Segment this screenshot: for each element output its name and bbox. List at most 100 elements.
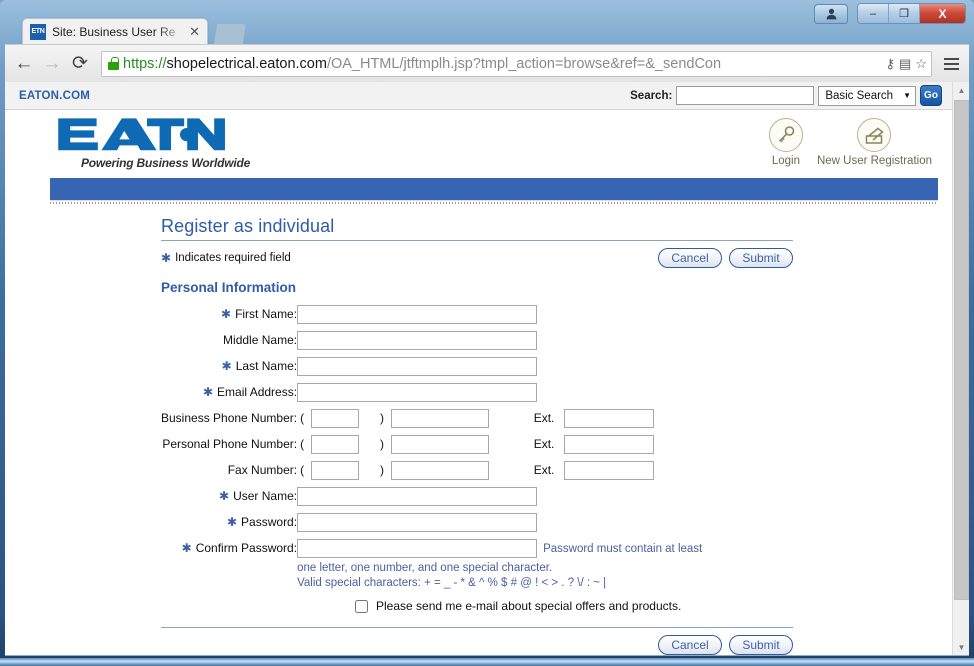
brand-band: Powering Business Worldwide Login New Us… [5, 110, 952, 178]
field-row-email: ✱ Email Address: [161, 379, 702, 405]
reload-button[interactable]: ⟳ [67, 51, 93, 77]
personal-phone-ext-input[interactable] [563, 434, 654, 454]
site-utility-bar: EATON.COM Search: Basic Search ▼ Go [5, 82, 952, 110]
address-bar[interactable]: https://shopelectrical.eaton.com/OA_HTML… [101, 50, 932, 77]
last-name-input[interactable] [297, 356, 538, 376]
email-input[interactable] [297, 382, 538, 402]
search-go-button[interactable]: Go [920, 85, 942, 106]
user-name-input[interactable] [297, 486, 538, 506]
url-path: /OA_HTML/jtftmplh.jsp?tmpl_action=browse… [326, 55, 722, 72]
url-host: shopelectrical.eaton.com [166, 55, 327, 72]
fax-ext-input[interactable] [563, 460, 654, 480]
triangle-down-icon: ▼ [957, 643, 966, 652]
ext-label: Ext. [533, 437, 555, 451]
browser-tab[interactable]: ETN Site: Business User Re ✕ [22, 18, 208, 44]
personal-phone-area-input[interactable] [310, 434, 359, 454]
field-row-password: ✱ Password: [161, 509, 702, 535]
newsletter-checkbox[interactable] [355, 599, 368, 613]
reload-icon: ⟳ [72, 53, 88, 74]
web-page: EATON.COM Search: Basic Search ▼ Go Powe… [5, 82, 952, 655]
page-scrollbar[interactable]: ▲ ▼ [952, 82, 969, 655]
field-row-user-name: ✱ User Name: [161, 483, 702, 509]
confirm-password-input[interactable] [297, 538, 538, 558]
required-star-icon: ✱ [219, 489, 230, 503]
first-name-label: First Name: [235, 307, 298, 321]
new-user-registration-link[interactable]: New User Registration [817, 118, 932, 167]
search-input[interactable] [676, 86, 815, 105]
scroll-down-button[interactable]: ▼ [953, 639, 969, 655]
field-row-business-phone: Business Phone Number: ( ) Ext. [161, 405, 702, 431]
eaton-logo[interactable] [57, 116, 237, 153]
submit-label: Submit [742, 638, 780, 652]
login-link[interactable]: Login [768, 118, 803, 167]
password-label: Password: [241, 515, 298, 529]
tab-title: Site: Business User Re [52, 24, 176, 39]
key-icon[interactable]: ⚷ [886, 56, 896, 72]
required-star-icon: ✱ [221, 359, 232, 373]
lock-icon [108, 57, 119, 70]
window-bottom-edge [0, 658, 974, 666]
search-mode-value: Basic Search [825, 89, 894, 102]
fax-number-input[interactable] [390, 460, 489, 480]
primary-nav-bar [50, 178, 938, 200]
menu-line [943, 67, 959, 70]
scrollbar-thumb[interactable] [954, 100, 969, 600]
scroll-up-button[interactable]: ▲ [953, 82, 969, 99]
bottom-divider [161, 627, 793, 628]
middle-name-input[interactable] [297, 330, 538, 350]
business-phone-label: Business Phone Number: [161, 411, 298, 425]
bottom-button-row: Cancel Submit [161, 635, 793, 655]
triangle-up-icon: ▲ [957, 86, 966, 95]
confirm-password-label: Confirm Password: [195, 541, 298, 555]
menu-line [943, 57, 959, 60]
first-name-input[interactable] [297, 304, 538, 324]
required-star-icon: ✱ [181, 541, 192, 555]
top-button-row: Cancel Submit [658, 248, 793, 268]
fax-area-input[interactable] [310, 460, 359, 480]
search-mode-select[interactable]: Basic Search ▼ [818, 85, 916, 106]
forward-arrow-icon: → [42, 52, 62, 74]
forward-button[interactable]: → [39, 51, 65, 77]
header-links: Login New User Registration [768, 118, 932, 167]
new-tab-button[interactable] [214, 24, 246, 44]
tab-close-icon[interactable]: ✕ [186, 24, 203, 40]
open-paren: ( [300, 437, 305, 451]
page-viewport: EATON.COM Search: Basic Search ▼ Go Powe… [5, 82, 969, 656]
business-phone-ext-input[interactable] [563, 408, 654, 428]
field-row-middle-name: Middle Name: [161, 327, 702, 353]
personal-phone-number-input[interactable] [390, 434, 489, 454]
submit-button-top[interactable]: Submit [729, 248, 793, 268]
submit-button-bottom[interactable]: Submit [729, 635, 793, 655]
eaton-com-link[interactable]: EATON.COM [19, 90, 90, 102]
translate-icon[interactable]: ▤ [899, 56, 911, 72]
last-name-label: Last Name: [235, 359, 298, 373]
field-row-personal-phone: Personal Phone Number: ( ) Ext. [161, 431, 702, 457]
middle-name-label-cell: Middle Name: [161, 327, 297, 353]
open-paren: ( [300, 411, 305, 425]
password-input[interactable] [297, 512, 538, 532]
site-search: Search: Basic Search ▼ Go [630, 85, 942, 106]
tab-favicon: ETN [30, 23, 46, 40]
key-icon [768, 118, 803, 152]
first-name-label-cell: ✱ First Name: [161, 301, 297, 327]
business-phone-area-input[interactable] [310, 408, 359, 428]
cancel-label: Cancel [671, 638, 709, 652]
search-label: Search: [630, 89, 673, 102]
field-row-first-name: ✱ First Name: [161, 301, 702, 327]
field-row-fax: Fax Number: ( ) Ext. [161, 457, 702, 483]
chrome-menu-button[interactable] [939, 51, 963, 77]
business-phone-number-input[interactable] [390, 408, 489, 428]
cancel-button-top[interactable]: Cancel [658, 248, 722, 268]
required-star-icon: ✱ [161, 251, 172, 265]
newsletter-checkbox-row[interactable]: Please send me e-mail about special offe… [355, 599, 952, 613]
browser-toolbar: ← → ⟳ https://shopelectrical.eaton.com/O… [5, 44, 969, 82]
back-button[interactable]: ← [11, 51, 37, 77]
fax-label: Fax Number: [227, 463, 298, 477]
field-row-last-name: ✱ Last Name: [161, 353, 702, 379]
bookmark-star-icon[interactable]: ☆ [915, 56, 927, 72]
user-name-label-cell: ✱ User Name: [161, 483, 297, 509]
middle-name-label: Middle Name: [223, 333, 298, 347]
page-title: Register as individual [161, 216, 335, 236]
password-label-cell: ✱ Password: [161, 509, 297, 535]
cancel-button-bottom[interactable]: Cancel [658, 635, 722, 655]
